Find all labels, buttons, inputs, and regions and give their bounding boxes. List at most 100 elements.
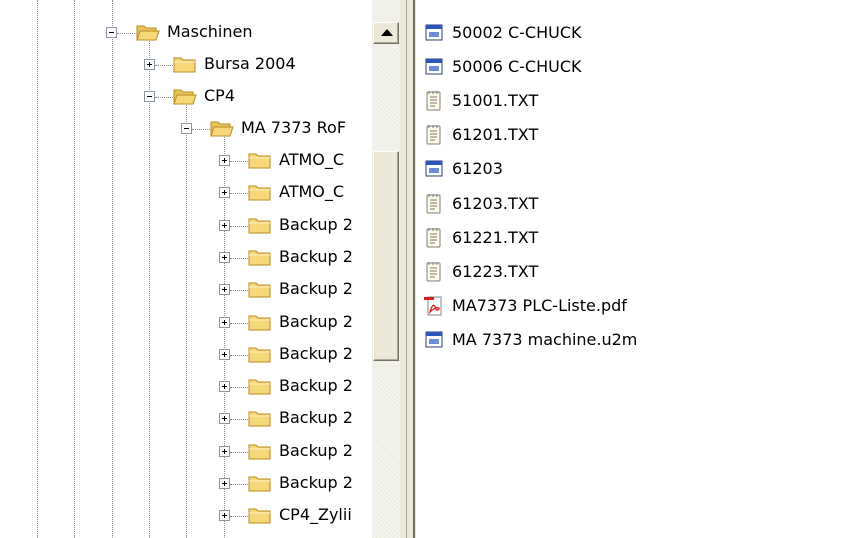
tree-node-level3-0[interactable]: ATMO_C: [0, 145, 372, 177]
collapse-toggle-icon[interactable]: [106, 27, 117, 38]
application-window-icon: [424, 329, 444, 351]
expand-toggle-icon[interactable]: [219, 316, 230, 328]
tree-node-label: Backup 2: [279, 343, 353, 363]
expand-toggle-icon[interactable]: [219, 219, 230, 231]
folder-closed-icon: [248, 248, 272, 266]
application-window-icon: [424, 158, 444, 180]
tree-node-label: Backup 2: [279, 279, 353, 299]
text-document-icon: [424, 261, 444, 283]
expand-toggle-icon[interactable]: [219, 187, 230, 199]
file-list-item[interactable]: 50002 C-CHUCK: [424, 18, 582, 48]
file-name-label: 61201.TXT: [452, 125, 539, 145]
file-name-label: 50002 C-CHUCK: [452, 23, 582, 42]
folder-closed-icon: [248, 409, 272, 427]
tree-node-bursa-2004[interactable]: Bursa 2004: [0, 49, 372, 81]
tree-node-level3-8[interactable]: Backup 2: [0, 403, 372, 435]
tree-node-level3-6[interactable]: Backup 2: [0, 339, 372, 371]
collapse-toggle-icon[interactable]: [144, 91, 155, 102]
tree-node-label: Backup 2: [279, 473, 353, 492]
file-list-pane[interactable]: 50002 C-CHUCK 50006 C-CHUCK 51001.TXT 61201…: [416, 0, 858, 538]
file-name-label: 61223.TXT: [452, 261, 539, 281]
scroll-thumb[interactable]: [373, 151, 399, 361]
tree-node-label: MA 7373 RoF: [241, 118, 347, 137]
file-list-item[interactable]: 61201.TXT: [424, 120, 538, 150]
expand-toggle-icon[interactable]: [219, 445, 230, 457]
file-list-item[interactable]: MA7373 PLC-Liste.pdf: [424, 291, 627, 321]
tree-node-level3-9[interactable]: Backup 2: [0, 436, 372, 468]
tree-node-label: Maschinen: [167, 22, 253, 41]
file-list-item[interactable]: MA 7373 machine.u2m: [424, 325, 637, 355]
tree-node-level3-4[interactable]: Backup 2: [0, 274, 372, 306]
folder-open-icon: [173, 87, 197, 105]
folder-closed-icon: [248, 345, 272, 363]
text-document-icon: [424, 227, 444, 249]
tree-node-label: CP4: [204, 86, 235, 105]
folder-closed-icon: [248, 151, 272, 169]
tree-node-ma-7373[interactable]: MA 7373 RoF: [0, 113, 372, 145]
tree-node-label: Backup 2: [279, 440, 353, 460]
file-list-item[interactable]: 50006 C-CHUCK: [424, 52, 582, 82]
text-document-icon: [424, 193, 444, 215]
file-name-label: 50006 C-CHUCK: [452, 57, 582, 77]
folder-closed-icon: [248, 280, 272, 298]
file-list-item[interactable]: 61223.TXT: [424, 257, 538, 287]
folder-tree-pane[interactable]: Maschinen Bursa 2004 CP4 MA 7373 RoF ATMO_C A…: [0, 0, 372, 538]
expand-toggle-icon[interactable]: [219, 155, 230, 166]
collapse-toggle-icon[interactable]: [181, 123, 192, 134]
folder-closed-icon: [248, 377, 272, 395]
tree-node-level3-3[interactable]: Backup 2: [0, 242, 372, 274]
file-name-label: 61221.TXT: [452, 227, 539, 247]
tree-vertical-scrollbar[interactable]: [372, 0, 400, 538]
tree-node-label: Backup 2: [279, 376, 353, 396]
text-document-icon: [424, 90, 444, 112]
file-name-label: MA7373 PLC-Liste.pdf: [452, 295, 627, 315]
arrow-up-icon: [381, 29, 393, 36]
application-window-icon: [424, 22, 444, 44]
file-list-item[interactable]: 61221.TXT: [424, 223, 538, 253]
tree-node-level3-11[interactable]: CP4_Zylii: [0, 500, 372, 532]
pdf-document-icon: [424, 295, 444, 317]
expand-toggle-icon[interactable]: [144, 59, 155, 70]
expand-toggle-icon[interactable]: [219, 413, 230, 425]
expand-toggle-icon[interactable]: [219, 348, 230, 360]
application-window-icon: [424, 56, 444, 78]
file-list-item[interactable]: 61203.TXT: [424, 189, 538, 219]
folder-closed-icon: [248, 183, 272, 201]
tree-node-label: Backup 2: [279, 408, 353, 428]
tree-node-level3-7[interactable]: Backup 2: [0, 371, 372, 403]
expand-toggle-icon[interactable]: [219, 381, 230, 393]
file-name-label: 61203.TXT: [452, 193, 539, 213]
tree-node-label: Backup 2: [279, 214, 353, 234]
scroll-up-button[interactable]: [373, 22, 399, 44]
tree-node-level3-5[interactable]: Backup 2: [0, 307, 372, 339]
text-document-icon: [424, 124, 444, 146]
folder-closed-icon: [248, 474, 272, 492]
file-name-label: 61203: [452, 159, 503, 179]
tree-node-level3-1[interactable]: ATMO_C: [0, 177, 372, 209]
tree-node-label: Bursa 2004: [204, 54, 296, 73]
tree-node-label: ATMO_C: [279, 150, 345, 169]
tree-node-level3-10[interactable]: Backup 2: [0, 468, 372, 500]
expand-toggle-icon[interactable]: [219, 251, 230, 263]
expand-toggle-icon[interactable]: [219, 284, 230, 296]
folder-closed-icon: [248, 313, 272, 331]
file-name-label: 51001.TXT: [452, 91, 539, 111]
tree-connector-line: [117, 33, 135, 34]
file-name-label: MA 7373 machine.u2m: [452, 329, 638, 349]
pane-splitter[interactable]: [400, 0, 416, 538]
tree-node-label: CP4_Zylii: [279, 505, 352, 525]
folder-open-icon: [136, 23, 160, 41]
file-list-item[interactable]: 51001.TXT: [424, 86, 538, 116]
folder-closed-icon: [248, 216, 272, 234]
folder-closed-icon: [248, 442, 272, 460]
expand-toggle-icon[interactable]: [219, 510, 230, 522]
expand-toggle-icon[interactable]: [219, 478, 230, 489]
file-list-item[interactable]: 61203: [424, 154, 503, 184]
folder-open-icon: [210, 119, 234, 137]
folder-closed-icon: [248, 506, 272, 524]
tree-node-label: Backup 2: [279, 311, 353, 331]
tree-node-cp4[interactable]: CP4: [0, 81, 372, 113]
tree-node-level3-2[interactable]: Backup 2: [0, 210, 372, 242]
tree-node-maschinen[interactable]: Maschinen: [0, 17, 372, 49]
folder-closed-icon: [173, 55, 197, 73]
